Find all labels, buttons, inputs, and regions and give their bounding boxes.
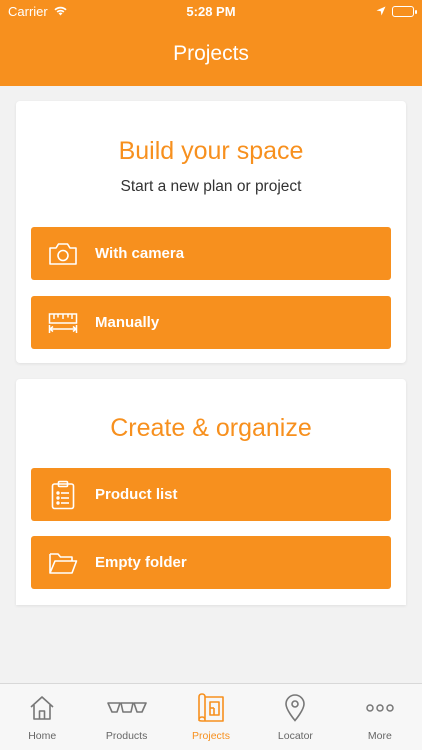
product-list-button[interactable]: Product list — [31, 468, 391, 521]
tab-locator[interactable]: Locator — [253, 684, 337, 750]
home-icon — [28, 694, 56, 722]
empty-folder-label: Empty folder — [95, 554, 187, 571]
with-camera-label: With camera — [95, 245, 185, 262]
page-title: Projects — [173, 42, 249, 65]
build-space-card: Build your space Start a new plan or pro… — [16, 101, 406, 363]
products-icon — [106, 694, 147, 722]
build-card-subtitle: Start a new plan or project — [120, 178, 302, 195]
product-list-label: Product list — [95, 486, 178, 503]
ruler-icon — [47, 307, 79, 339]
organize-card: Create & organize Product list Empty fol… — [16, 379, 406, 605]
tab-locator-label: Locator — [277, 730, 313, 742]
battery-icon — [392, 6, 417, 17]
status-right — [376, 4, 417, 19]
status-time: 5:28 PM — [186, 4, 236, 19]
tab-bar: Home Products Projects Locator More — [0, 683, 422, 750]
status-bar: Carrier 5:28 PM — [0, 0, 422, 22]
location-pin-icon — [284, 694, 306, 722]
tab-more[interactable]: More — [338, 684, 422, 750]
tab-home-label: Home — [28, 730, 57, 742]
header: Carrier 5:28 PM Projects — [0, 0, 422, 86]
organize-card-title: Create & organize — [110, 414, 312, 442]
tab-more-label: More — [367, 730, 392, 742]
clipboard-list-icon — [47, 479, 79, 511]
projects-icon — [197, 693, 225, 722]
manually-button[interactable]: Manually — [31, 296, 391, 349]
build-card-title: Build your space — [118, 137, 304, 165]
with-camera-button[interactable]: With camera — [31, 227, 391, 280]
location-arrow-icon — [376, 4, 386, 19]
tab-products-label: Products — [105, 730, 148, 742]
empty-folder-button[interactable]: Empty folder — [31, 536, 391, 589]
tab-projects[interactable]: Projects — [169, 684, 253, 750]
manually-label: Manually — [95, 314, 160, 331]
tab-home[interactable]: Home — [0, 684, 84, 750]
more-dots-icon — [366, 694, 394, 722]
tab-projects-label: Projects — [192, 730, 230, 742]
camera-icon — [47, 238, 79, 270]
folder-icon — [47, 547, 79, 579]
tab-products[interactable]: Products — [84, 684, 168, 750]
